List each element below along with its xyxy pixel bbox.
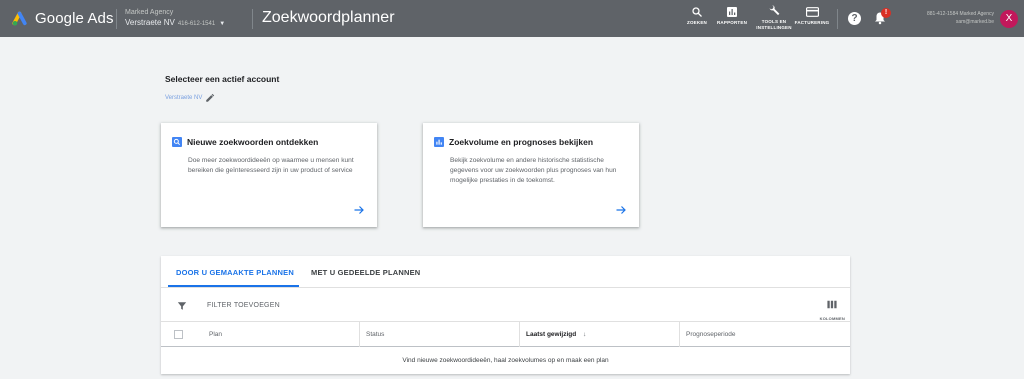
user-account-line: 881-412-1584 Marked Agency bbox=[927, 11, 994, 17]
column-header-plan[interactable]: Plan bbox=[197, 322, 359, 347]
tools-settings-button[interactable]: TOOLS EN INSTELLINGEN bbox=[754, 4, 794, 31]
user-info[interactable]: 881-412-1584 Marked Agency sam@marked.be bbox=[927, 10, 994, 26]
tab-my-plans[interactable]: DOOR U GEMAAKTE PLANNEN bbox=[176, 268, 294, 277]
active-tab-indicator bbox=[168, 285, 299, 287]
search-volume-forecast-card[interactable]: Zoekvolume en prognoses bekijken Bekijk … bbox=[423, 123, 639, 227]
empty-state-message: Vind nieuwe zoekwoordideeën, haal zoekvo… bbox=[402, 357, 609, 364]
column-header-last-modified-label: Laatst gewijzigd bbox=[526, 331, 577, 338]
columns-label: KOLOMMEN bbox=[819, 316, 845, 321]
select-account-heading: Selecteer een actief account bbox=[165, 74, 280, 84]
card-description: Bekijk zoekvolume en andere historische … bbox=[450, 157, 617, 184]
billing-label: FACTURERING bbox=[794, 20, 830, 25]
wrench-icon bbox=[769, 5, 779, 16]
account-switcher[interactable]: Marked Agency Verstraete NV 416-612-1541 ▼ bbox=[125, 8, 225, 30]
tools-settings-label: TOOLS EN INSTELLINGEN bbox=[756, 19, 792, 30]
help-icon[interactable]: ? bbox=[848, 12, 861, 25]
divider bbox=[837, 9, 838, 29]
bar-chart-icon bbox=[434, 137, 444, 147]
selected-account[interactable]: Verstraete NV bbox=[165, 93, 215, 103]
search-tool-label: ZOEKEN bbox=[687, 20, 707, 25]
account-name: Verstraete NV bbox=[125, 18, 175, 27]
table-header: Plan Status Laatst gewijzigd ↓ Prognosep… bbox=[161, 322, 850, 347]
plans-panel: DOOR U GEMAAKTE PLANNEN MET U GEDEELDE P… bbox=[161, 256, 850, 374]
card-description: Doe meer zoekwoordideeën op waarmee u me… bbox=[188, 157, 354, 174]
columns-button[interactable]: KOLOMMEN bbox=[820, 296, 845, 321]
page-title: Zoekwoordplanner bbox=[262, 9, 395, 26]
column-header-last-modified[interactable]: Laatst gewijzigd ↓ bbox=[519, 322, 679, 347]
search-tool-button[interactable]: ZOEKEN bbox=[682, 6, 712, 26]
select-all-cell bbox=[161, 322, 197, 347]
arrow-right-icon[interactable] bbox=[353, 204, 365, 216]
edit-pencil-icon[interactable] bbox=[205, 93, 215, 103]
add-filter-button[interactable]: FILTER TOEVOEGEN bbox=[207, 302, 280, 309]
divider bbox=[116, 9, 117, 29]
select-all-checkbox[interactable] bbox=[174, 330, 183, 339]
column-header-status[interactable]: Status bbox=[359, 322, 519, 347]
tab-shared-plans[interactable]: MET U GEDEELDE PLANNEN bbox=[311, 268, 420, 277]
search-icon bbox=[172, 137, 182, 147]
account-agency: Marked Agency bbox=[125, 9, 174, 16]
card-title: Zoekvolume en prognoses bekijken bbox=[449, 137, 594, 147]
reports-icon bbox=[727, 7, 737, 17]
billing-button[interactable]: FACTURERING bbox=[794, 6, 830, 26]
plans-tabs: DOOR U GEMAAKTE PLANNEN MET U GEDEELDE P… bbox=[161, 256, 850, 288]
billing-card-icon bbox=[805, 7, 819, 17]
sort-down-arrow-icon: ↓ bbox=[583, 331, 587, 338]
discover-keywords-card[interactable]: Nieuwe zoekwoorden ontdekken Doe meer zo… bbox=[161, 123, 377, 227]
columns-icon bbox=[827, 300, 837, 309]
arrow-right-icon[interactable] bbox=[615, 204, 627, 216]
divider bbox=[252, 9, 253, 29]
filter-bar: FILTER TOEVOEGEN KOLOMMEN bbox=[161, 289, 850, 322]
reports-tool-button[interactable]: RAPPORTEN bbox=[714, 6, 750, 26]
column-header-forecast-period[interactable]: Prognoseperiode bbox=[679, 322, 850, 347]
dropdown-caret-icon[interactable]: ▼ bbox=[219, 21, 225, 27]
card-title: Nieuwe zoekwoorden ontdekken bbox=[187, 137, 319, 147]
reports-tool-label: RAPPORTEN bbox=[716, 20, 748, 25]
account-id: 416-612-1541 bbox=[177, 21, 216, 27]
top-bar: Google Ads Marked Agency Verstraete NV 41… bbox=[0, 0, 1024, 37]
brand-name[interactable]: Google Ads bbox=[35, 10, 114, 27]
google-ads-logo-icon[interactable] bbox=[12, 9, 30, 27]
search-icon bbox=[692, 7, 702, 17]
selected-account-name[interactable]: Verstraete NV bbox=[165, 95, 202, 101]
filter-funnel-icon[interactable] bbox=[177, 301, 187, 311]
notification-badge: ! bbox=[881, 8, 891, 18]
avatar[interactable]: X bbox=[1000, 10, 1018, 28]
user-email: sam@marked.be bbox=[955, 19, 994, 25]
